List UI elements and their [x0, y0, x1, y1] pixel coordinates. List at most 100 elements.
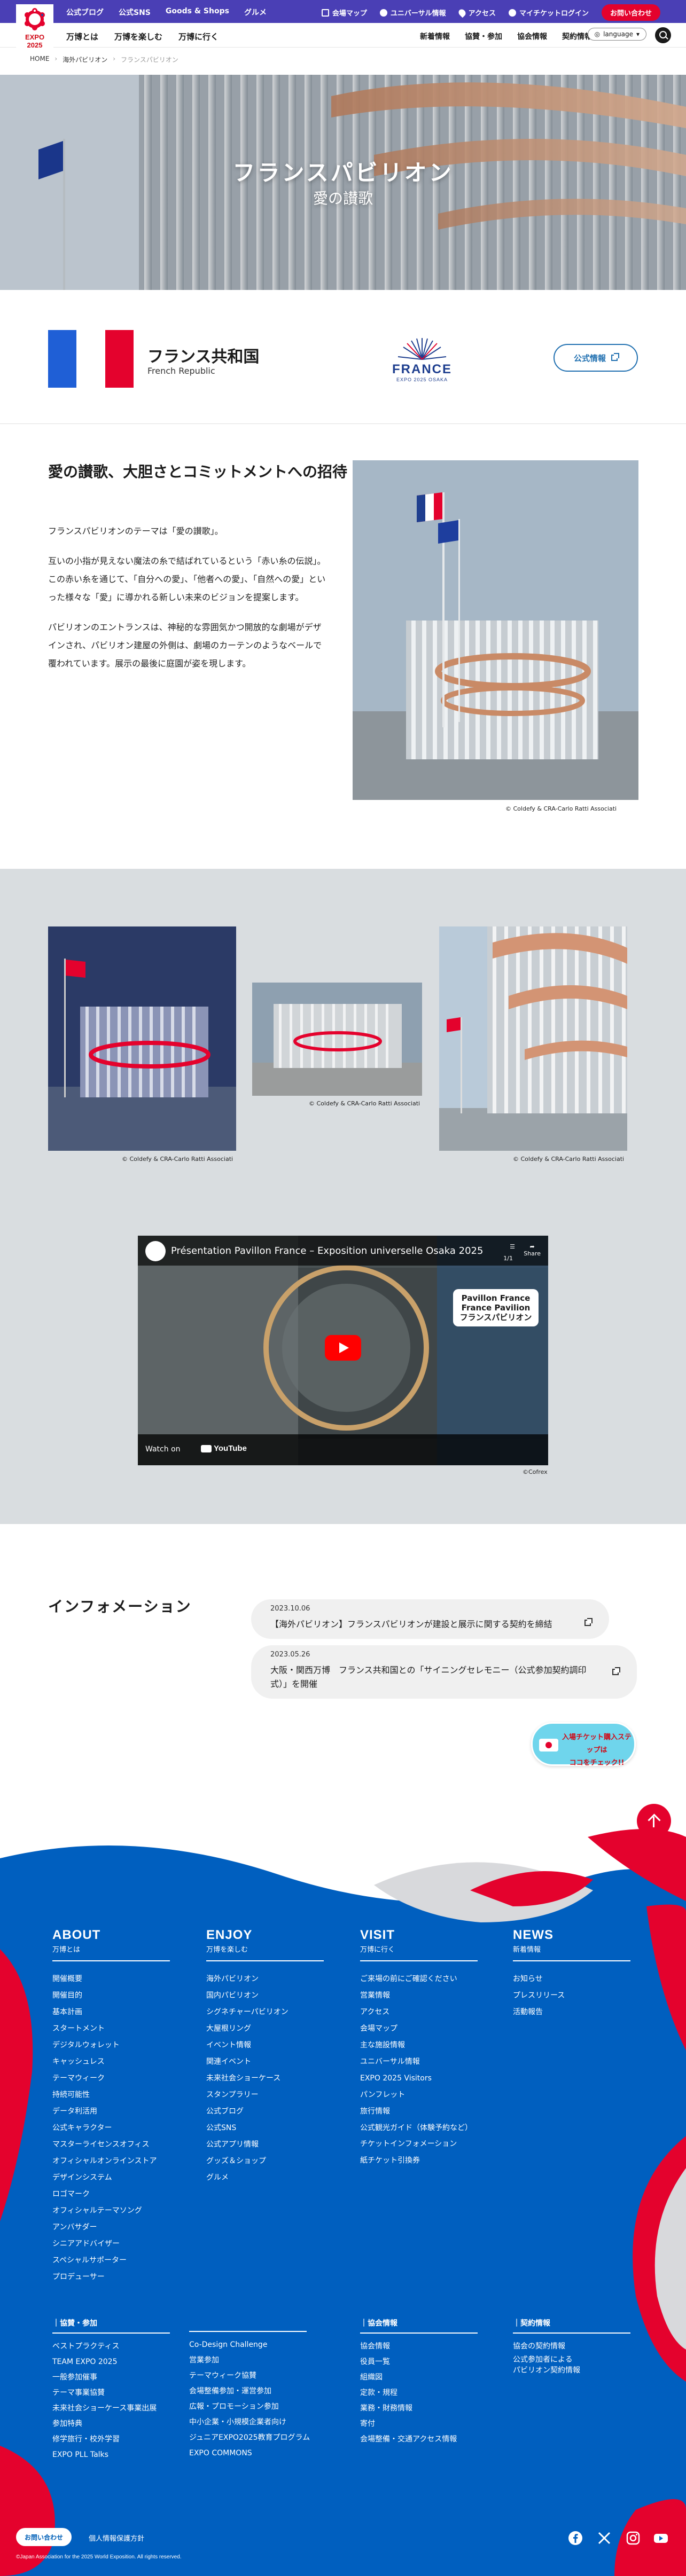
- footer-link[interactable]: 主な施設情報: [360, 2037, 478, 2054]
- footer-link[interactable]: 未来社会ショーケース事業出展: [52, 2401, 170, 2416]
- news-item[interactable]: 2023.05.26 大阪・関西万博 フランス共和国との「サイニングセレモニー（…: [251, 1645, 637, 1699]
- footer-link[interactable]: 中小企業・小規模企業者向け: [189, 2415, 310, 2430]
- venue-map-link[interactable]: 会場マップ: [321, 7, 367, 18]
- footer-link[interactable]: ジュニアEXPO2025教育プログラム: [189, 2430, 310, 2446]
- footer-link[interactable]: 営業参加: [189, 2353, 310, 2368]
- footer-link[interactable]: EXPO PLL Talks: [52, 2447, 170, 2463]
- nav-association[interactable]: 協会情報: [517, 31, 547, 42]
- playlist-icon[interactable]: ☰: [510, 1243, 515, 1250]
- top-nav-gourmet[interactable]: グルメ: [244, 7, 267, 18]
- footer-link[interactable]: データ利活用: [52, 2103, 170, 2120]
- footer-link[interactable]: 海外パビリオン: [206, 1971, 324, 1988]
- expo-logo[interactable]: EXPO 2025: [16, 4, 53, 53]
- footer-link[interactable]: 広報・プロモーション参加: [189, 2399, 310, 2415]
- channel-avatar[interactable]: [145, 1241, 166, 1261]
- footer-link[interactable]: スタンプラリー: [206, 2087, 324, 2103]
- footer-link[interactable]: EXPO 2025 Visitors: [360, 2070, 478, 2087]
- footer-link[interactable]: 開催目的: [52, 1988, 170, 2004]
- footer-link[interactable]: スタートメント: [52, 2021, 170, 2037]
- footer-link[interactable]: 組織図: [360, 2370, 478, 2385]
- contact-button[interactable]: お問い合わせ: [601, 4, 660, 21]
- footer-link[interactable]: 開催概要: [52, 1971, 170, 1988]
- footer-link[interactable]: シニアアドバイザー: [52, 2236, 170, 2252]
- footer-heading[interactable]: NEWS: [513, 1928, 630, 1943]
- youtube-icon[interactable]: [653, 2530, 669, 2546]
- official-info-button[interactable]: 公式情報: [554, 344, 638, 372]
- footer-link[interactable]: 公式参加者による パビリオン契約情報: [513, 2354, 630, 2376]
- news-item[interactable]: 2023.10.06 【海外パビリオン】フランスパビリオンが建設と展示に関する契…: [251, 1599, 609, 1639]
- footer-link[interactable]: オフィシャルテーマソング: [52, 2203, 170, 2219]
- footer-link[interactable]: 公式ブログ: [206, 2103, 324, 2120]
- footer-link[interactable]: 基本計画: [52, 2004, 170, 2021]
- footer-heading[interactable]: ENJOY: [206, 1928, 324, 1943]
- footer-link[interactable]: デジタルウォレット: [52, 2037, 170, 2054]
- footer-link[interactable]: 国内パビリオン: [206, 1988, 324, 2004]
- footer-heading[interactable]: VISIT: [360, 1928, 478, 1943]
- share-button[interactable]: ➦ Share: [524, 1243, 541, 1257]
- footer-link[interactable]: 会場マップ: [360, 2021, 478, 2037]
- gallery-image-3[interactable]: [439, 926, 627, 1151]
- footer-link[interactable]: 協会情報: [360, 2339, 478, 2354]
- footer-link[interactable]: 公式SNS: [206, 2120, 324, 2137]
- ticket-steps-banner[interactable]: 入場チケット購入ステップは ココをチェック!!: [531, 1722, 636, 1767]
- language-selector[interactable]: ◎ language ▾: [587, 28, 646, 41]
- footer-link[interactable]: デザインシステム: [52, 2170, 170, 2186]
- universal-info-link[interactable]: ユニバーサル情報: [379, 7, 446, 18]
- footer-link[interactable]: 公式アプリ情報: [206, 2137, 324, 2153]
- footer-link[interactable]: ロゴマーク: [52, 2186, 170, 2203]
- instagram-icon[interactable]: [625, 2530, 641, 2546]
- play-button[interactable]: [325, 1335, 361, 1361]
- footer-link[interactable]: テーマウィーク: [52, 2070, 170, 2087]
- footer-link[interactable]: 活動報告: [513, 2004, 630, 2021]
- footer-link[interactable]: イベント情報: [206, 2037, 324, 2054]
- footer-link[interactable]: アンバサダー: [52, 2219, 170, 2236]
- footer-link[interactable]: 定款・規程: [360, 2385, 478, 2401]
- top-nav-sns[interactable]: 公式SNS: [119, 7, 151, 18]
- footer-link[interactable]: プレスリリース: [513, 1988, 630, 2004]
- nav-news[interactable]: 新着情報: [420, 31, 450, 42]
- footer-link[interactable]: Co-Design Challenge: [189, 2337, 310, 2353]
- nav-sponsor[interactable]: 協賛・参加: [465, 31, 502, 42]
- footer-link[interactable]: 役員一覧: [360, 2354, 478, 2370]
- breadcrumb-home[interactable]: HOME: [30, 55, 49, 64]
- video-player[interactable]: Présentation Pavillon France – Expositio…: [138, 1236, 548, 1465]
- footer-link[interactable]: 旅行情報: [360, 2103, 478, 2120]
- footer-link[interactable]: 寄付: [360, 2416, 478, 2432]
- back-to-top-button[interactable]: [637, 1804, 671, 1838]
- facebook-icon[interactable]: [567, 2530, 583, 2546]
- footer-link[interactable]: 一般参加催事: [52, 2370, 170, 2385]
- footer-link[interactable]: 会場整備・交通アクセス情報: [360, 2432, 478, 2447]
- footer-link[interactable]: 公式キャラクター: [52, 2120, 170, 2137]
- footer-link[interactable]: グルメ: [206, 2170, 324, 2186]
- nav-about[interactable]: 万博とは: [66, 31, 98, 42]
- footer-link[interactable]: シグネチャーパビリオン: [206, 2004, 324, 2021]
- access-link[interactable]: アクセス: [457, 7, 496, 18]
- footer-link[interactable]: ユニバーサル情報: [360, 2054, 478, 2070]
- footer-link[interactable]: テーマ事業協賛: [52, 2385, 170, 2401]
- footer-link[interactable]: テーマウィーク協賛: [189, 2368, 310, 2384]
- footer-link[interactable]: 持続可能性: [52, 2087, 170, 2103]
- footer-link[interactable]: 業務・財務情報: [360, 2401, 478, 2416]
- footer-link[interactable]: マスターライセンスオフィス: [52, 2137, 170, 2153]
- footer-link[interactable]: 会場整備参加・運営参加: [189, 2384, 310, 2399]
- footer-link[interactable]: 公式観光ガイド（体験予約など）: [360, 2120, 478, 2136]
- top-nav-goods[interactable]: Goods & Shops: [166, 7, 229, 18]
- footer-link[interactable]: 未来社会ショーケース: [206, 2070, 324, 2087]
- watch-on-youtube-bar[interactable]: Watch on YouTube: [138, 1434, 548, 1465]
- footer-link[interactable]: 大屋根リング: [206, 2021, 324, 2037]
- footer-link[interactable]: 関連イベント: [206, 2054, 324, 2070]
- top-nav-blog[interactable]: 公式ブログ: [66, 7, 104, 18]
- footer-link[interactable]: 協会の契約情報: [513, 2339, 630, 2354]
- footer-link[interactable]: 修学旅行・校外学習: [52, 2432, 170, 2447]
- footer-link[interactable]: オフィシャルオンラインストア: [52, 2153, 170, 2170]
- footer-link[interactable]: TEAM EXPO 2025: [52, 2354, 170, 2370]
- footer-link[interactable]: 営業情報: [360, 1988, 478, 2004]
- footer-link[interactable]: プロデューサー: [52, 2269, 170, 2286]
- footer-link[interactable]: お知らせ: [513, 1971, 630, 1988]
- privacy-policy-link[interactable]: 個人情報保護方針: [89, 2533, 144, 2543]
- gallery-image-2[interactable]: [252, 983, 422, 1096]
- footer-contact-button[interactable]: お問い合わせ: [16, 2528, 72, 2546]
- x-icon[interactable]: [596, 2530, 612, 2546]
- footer-link[interactable]: 参加特典: [52, 2416, 170, 2432]
- footer-link[interactable]: ご来場の前にご確認ください: [360, 1971, 478, 1988]
